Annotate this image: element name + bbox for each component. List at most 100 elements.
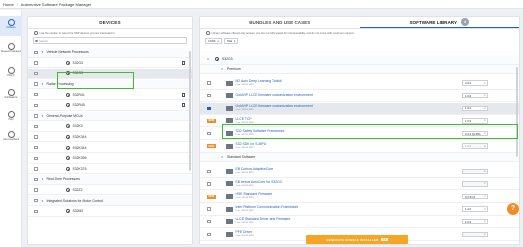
version-select[interactable]: 1.2.0 ▾ [462, 206, 488, 212]
checkbox[interactable] [34, 177, 38, 182]
package-checkbox[interactable] [207, 207, 211, 211]
version-select[interactable]: 1.0.9 ▾ [462, 118, 488, 124]
package-checkbox[interactable] [207, 219, 211, 224]
nav-item-help[interactable]: Help [0, 108, 22, 128]
devices-scrollbar[interactable] [189, 51, 191, 171]
library-section-row[interactable]: ▾ Standard Software [200, 153, 519, 163]
package-row[interactable]: EB tresos AutoCore for S32G3 Core: S32G3 … [200, 178, 519, 191]
device-row[interactable]: S32Z2 [28, 186, 192, 196]
checkbox[interactable] [34, 209, 38, 213]
document-icon[interactable] [182, 103, 185, 108]
chevron-down-icon[interactable]: ▾ [41, 82, 45, 86]
document-icon[interactable] [182, 60, 185, 65]
version-select[interactable]: 0.2.51.0 ▾ [462, 193, 488, 200]
package-checkbox[interactable] [207, 106, 211, 111]
package-checkbox[interactable] [207, 232, 211, 237]
package-row[interactable]: S32 Safety Software Framework Core: S32G3… [200, 128, 519, 140]
device-row[interactable]: S32K3 [28, 122, 192, 132]
device-row[interactable]: S32R45 [28, 101, 192, 111]
filter-select-b[interactable]: TGE ▾ [223, 38, 239, 44]
device-row[interactable]: S32M2 [28, 207, 192, 217]
chevron-down-icon[interactable]: ▾ [220, 155, 224, 159]
package-row[interactable]: GoldVIP LLCE firmware customization envi… [200, 90, 519, 103]
document-icon[interactable] [182, 92, 185, 97]
package-checkbox[interactable] [207, 81, 211, 85]
chevron-down-icon: ▾ [484, 195, 486, 198]
nav-item-notifications[interactable]: Notifications [0, 86, 22, 106]
chevron-down-icon[interactable]: ▾ [41, 50, 45, 54]
checkbox[interactable] [34, 92, 38, 97]
package-checkbox[interactable] [207, 93, 211, 98]
chevron-down-icon[interactable]: ▾ [220, 67, 224, 71]
checkbox[interactable] [34, 188, 38, 192]
device-group-row[interactable]: ▾ Real-Time Processors [28, 175, 192, 185]
package-title[interactable]: GoldVIP LLCE firmware customization envi… [236, 93, 313, 98]
package-row[interactable]: EB Corbos AdaptiveCore Core: S32G3 MPU ▾ [200, 166, 519, 178]
chevron-down-icon[interactable]: ▾ [41, 199, 45, 203]
version-select[interactable]: ▾ [462, 181, 488, 187]
device-row[interactable]: S32K396 [28, 154, 192, 164]
checkbox[interactable] [34, 50, 38, 54]
nav-item-request-packages[interactable]: Request Packages [0, 40, 22, 60]
device-group-row[interactable]: ▾ General-Purpose MCUs [28, 111, 192, 122]
version-select[interactable]: 1.0.0 ▾ [462, 143, 488, 149]
version-select[interactable]: 1.0.9 ▾ [462, 218, 488, 225]
version-value: 1.0.9 [465, 219, 472, 224]
filter-select-a[interactable]: CONS ▾ [205, 38, 222, 44]
nav-item-software[interactable]: Software [0, 16, 22, 36]
library-list: ▾ Premium M2 Auto Deep Learning Toolkit Cor… [200, 65, 519, 245]
breadcrumb-home[interactable]: Home [3, 2, 14, 7]
device-row[interactable]: S32G3 [28, 69, 192, 79]
checkbox[interactable] [34, 124, 38, 129]
device-row[interactable]: S32R41 [28, 90, 192, 100]
checkbox[interactable] [34, 156, 38, 160]
version-select[interactable]: ▾ [462, 168, 488, 175]
device-group-row[interactable]: ▾ Radar Processing [28, 79, 192, 90]
checkbox[interactable] [34, 82, 38, 86]
package-checkbox[interactable] [207, 169, 211, 174]
device-row[interactable]: S32G3 [28, 59, 192, 69]
tab-software-library[interactable]: SOFTWARE LIBRARY 4 [359, 17, 519, 28]
device-group-row[interactable]: ▾ Vehicle Network Processors [28, 48, 192, 58]
package-row[interactable]: NEW LLCE TCP Core: S32G3 MPU 1.0.9 ▾ [200, 115, 519, 128]
chevron-down-icon[interactable]: ▾ [41, 177, 45, 181]
devices-search-input[interactable]: Search [33, 37, 187, 44]
version-select[interactable]: 1.6.0 ▾ [462, 92, 488, 99]
checkbox[interactable] [34, 103, 38, 107]
package-row[interactable]: NEW HSE Standard Firmware Core: S32G3 MPU 0… [200, 191, 519, 203]
chip-icon [215, 57, 219, 62]
generate-bundle-button[interactable]: GENERATE BUNDLE INSTALLER 12 [306, 235, 408, 244]
checkbox[interactable] [34, 198, 38, 203]
checkbox[interactable] [34, 114, 38, 118]
checkbox[interactable] [34, 71, 38, 76]
package-row[interactable]: NEW S32 SDK for S-MPU Core: S32G3 MPU 1.0.0… [200, 141, 519, 153]
package-checkbox[interactable] [207, 182, 211, 186]
device-group-row[interactable]: ▾ Integrated Solutions for Motor Control [28, 196, 192, 206]
chevron-down-icon[interactable]: ▾ [41, 114, 45, 118]
library-section-row[interactable]: ▾ Premium [200, 65, 519, 74]
version-select[interactable]: 1.6.0 ▾ [462, 105, 488, 112]
package-checkbox[interactable] [207, 131, 211, 136]
package-row[interactable]: LLCE Standard Driver and Firmware Core: S… [200, 216, 519, 229]
version-select[interactable]: 3.6.0 ▾ [462, 80, 488, 86]
device-row[interactable]: S32K376 [28, 165, 192, 175]
checkbox[interactable] [34, 167, 38, 171]
checkbox[interactable] [34, 145, 38, 150]
package-row[interactable]: GoldVIP LLCE firmware customization envi… [200, 102, 519, 115]
device-row[interactable]: S32K344 [28, 143, 192, 153]
nav-item-feedback[interactable]: Give Feedback [0, 128, 22, 148]
checkbox[interactable] [34, 61, 38, 65]
checkbox[interactable] [34, 135, 38, 139]
package-row[interactable]: Inter Platform Communication Framework Co… [200, 204, 519, 216]
package-row[interactable]: M2 Auto Deep Learning Toolkit Core: S32G3… [200, 78, 519, 90]
library-scrollbar[interactable] [516, 67, 518, 157]
breadcrumb-current: Automotive Software Package Manager [20, 1, 92, 7]
version-select[interactable]: ▾ [462, 231, 488, 238]
chevron-down-icon: ▾ [484, 81, 486, 85]
device-header-row[interactable]: ▾ S32G3 [200, 55, 519, 65]
device-row[interactable]: S32K344 [28, 133, 192, 143]
tab-bundles[interactable]: BUNDLES AND USE CASES [200, 17, 360, 28]
nav-item-history[interactable]: History [0, 64, 22, 84]
version-select[interactable]: 2.0.2 QLP01 ▾ [462, 130, 488, 137]
chat-fab-button[interactable]: ? [507, 203, 519, 215]
